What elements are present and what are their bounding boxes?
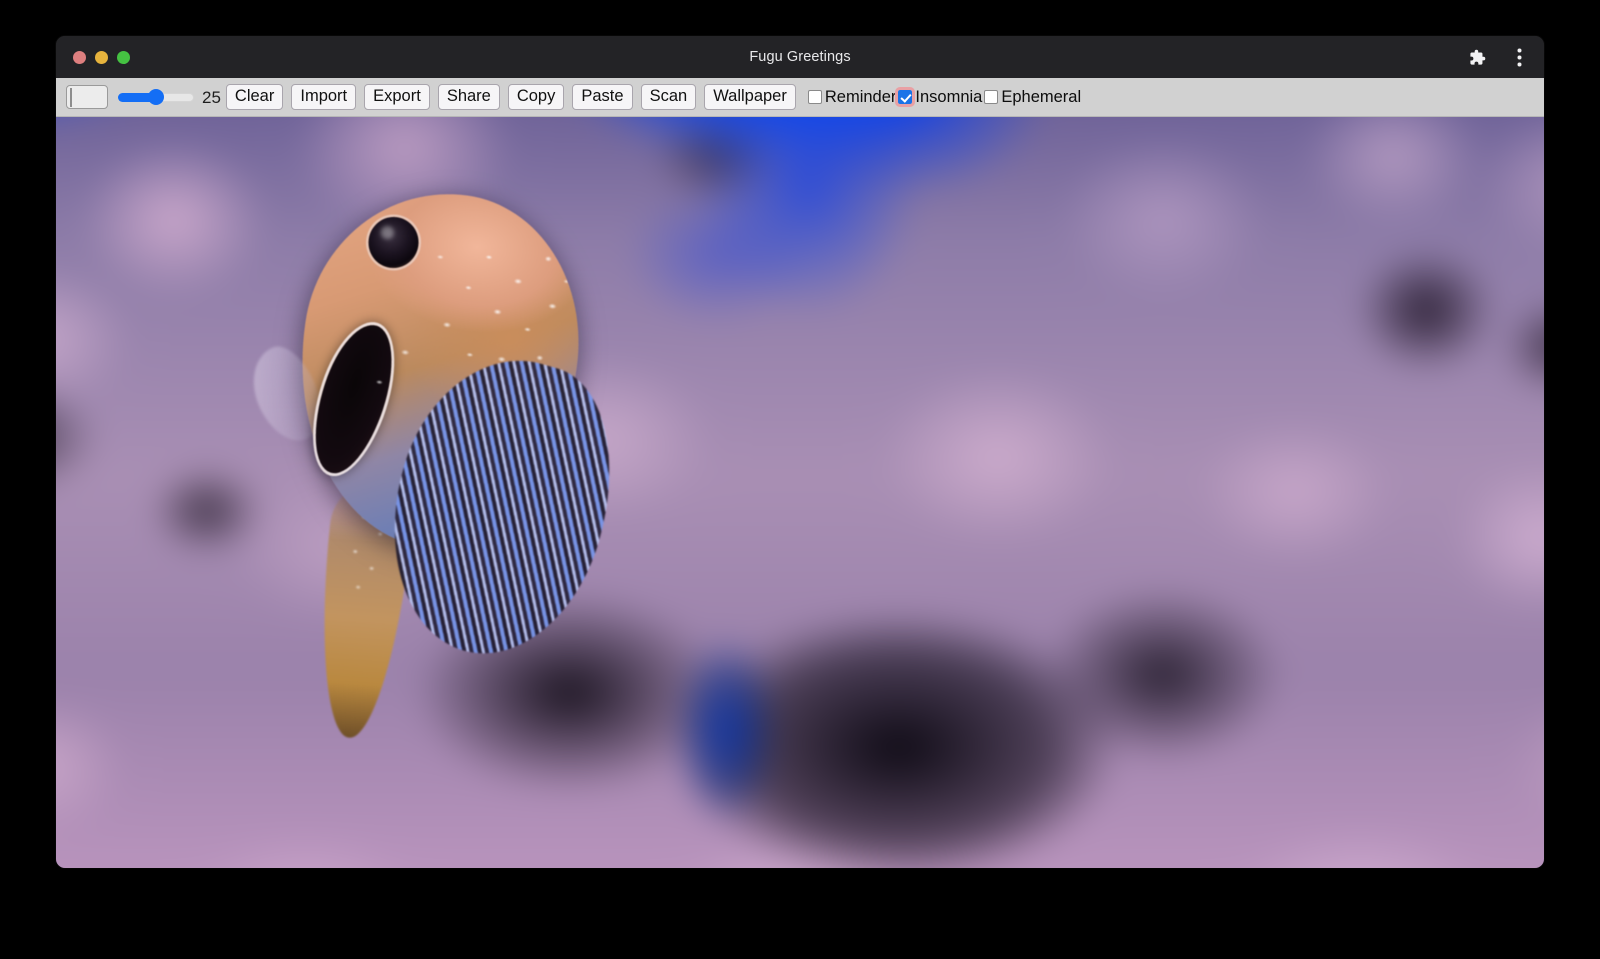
ephemeral-checkbox-item[interactable]: Ephemeral xyxy=(984,89,1083,106)
insomnia-checkbox[interactable] xyxy=(898,90,912,104)
title-bar[interactable]: Fugu Greetings xyxy=(56,36,1544,78)
drawing-canvas[interactable] xyxy=(56,117,1544,868)
maximize-window-button[interactable] xyxy=(117,51,130,64)
window-controls xyxy=(73,36,130,78)
slider-value-label: 25 xyxy=(202,89,221,106)
extensions-puzzle-icon[interactable] xyxy=(1466,46,1488,68)
wallpaper-button[interactable]: Wallpaper xyxy=(704,84,796,110)
reminder-checkbox-item[interactable]: Reminder xyxy=(808,89,899,106)
title-bar-actions xyxy=(1466,36,1530,78)
clear-button[interactable]: Clear xyxy=(226,84,283,110)
toolbar-checkbox-group: Reminder Insomnia Ephemeral xyxy=(808,89,1083,106)
export-button[interactable]: Export xyxy=(364,84,430,110)
minimize-window-button[interactable] xyxy=(95,51,108,64)
fish-layer xyxy=(228,152,658,759)
window-title: Fugu Greetings xyxy=(56,36,1544,78)
line-width-slider[interactable] xyxy=(118,87,194,107)
share-button[interactable]: Share xyxy=(438,84,500,110)
color-picker-swatch xyxy=(70,88,72,107)
ephemeral-checkbox-label: Ephemeral xyxy=(1001,89,1083,106)
copy-button[interactable]: Copy xyxy=(508,84,565,110)
pufferfish-photo xyxy=(56,117,1544,868)
app-toolbar: 25 Clear Import Export Share Copy Paste … xyxy=(56,78,1544,117)
reminder-checkbox-label: Reminder xyxy=(825,89,899,106)
insomnia-checkbox-label: Insomnia xyxy=(915,89,984,106)
paste-button[interactable]: Paste xyxy=(572,84,632,110)
slider-thumb[interactable] xyxy=(148,89,164,105)
reminder-checkbox[interactable] xyxy=(808,90,822,104)
import-button[interactable]: Import xyxy=(291,84,356,110)
app-window: Fugu Greetings xyxy=(56,36,1544,868)
pufferfish-subject xyxy=(228,152,658,759)
color-picker-input[interactable] xyxy=(66,85,108,109)
screenshot-root: Fugu Greetings xyxy=(0,0,1600,959)
kebab-menu-icon[interactable] xyxy=(1508,46,1530,68)
close-window-button[interactable] xyxy=(73,51,86,64)
scan-button[interactable]: Scan xyxy=(641,84,697,110)
insomnia-checkbox-item[interactable]: Insomnia xyxy=(898,89,984,106)
ephemeral-checkbox[interactable] xyxy=(984,90,998,104)
